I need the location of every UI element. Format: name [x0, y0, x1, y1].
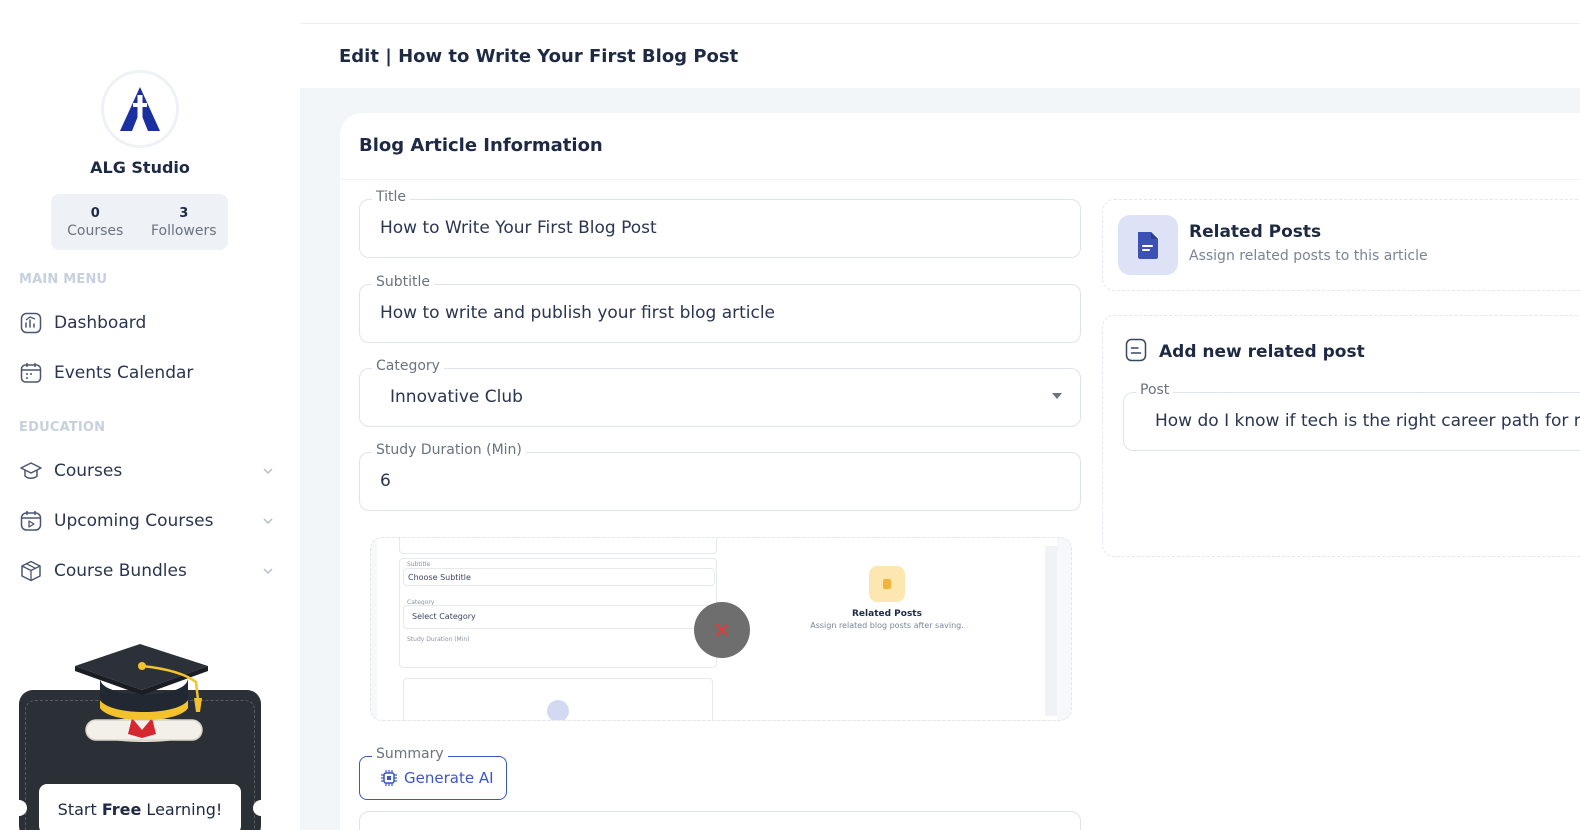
- study-duration-field[interactable]: Study Duration (Min) 6: [359, 442, 1081, 511]
- stat-label: Courses: [67, 222, 124, 239]
- field-label: Study Duration (Min): [372, 442, 526, 458]
- brand-logo-icon: [120, 87, 160, 131]
- sidebar-item-label: Dashboard: [54, 313, 147, 333]
- education-heading: EDUCATION: [19, 420, 106, 435]
- preview-document-icon: [869, 566, 905, 602]
- add-related-post-title: Add new related post: [1159, 342, 1365, 362]
- calendar-icon: [19, 361, 43, 385]
- graduation-cap-icon: [19, 459, 43, 483]
- preview-label: Subtitle: [407, 561, 431, 568]
- chevron-down-icon[interactable]: [261, 464, 275, 478]
- stat-courses: 0 Courses: [51, 194, 140, 250]
- main-menu-heading: MAIN MENU: [19, 272, 108, 287]
- chevron-down-icon[interactable]: [261, 564, 275, 578]
- category-select[interactable]: Category Innovative Club: [359, 358, 1081, 427]
- video-calendar-icon: [19, 509, 43, 533]
- ai-chip-icon: [381, 770, 397, 786]
- field-label: Post: [1136, 382, 1174, 398]
- field-label: Subtitle: [372, 274, 435, 290]
- document-icon: [1118, 215, 1178, 275]
- chevron-down-icon[interactable]: [261, 514, 275, 528]
- generate-ai-label: Generate AI: [404, 769, 494, 787]
- subtitle-input-value[interactable]: How to write and publish your first blog…: [380, 303, 775, 323]
- dropdown-caret-icon[interactable]: [1052, 393, 1062, 399]
- preview-upload-icon: [547, 700, 569, 720]
- preview-label: Study Duration (Min): [407, 636, 470, 643]
- preview-related-posts: Related Posts Assign related blog posts …: [757, 566, 1017, 630]
- dashboard-icon: [19, 311, 43, 335]
- box-icon: [19, 559, 43, 583]
- preview-value: Choose Subtitle: [408, 573, 471, 582]
- page-header: Edit | How to Write Your First Blog Post: [300, 24, 1580, 88]
- card-title: Blog Article Information: [359, 135, 603, 156]
- main-content: Edit | How to Write Your First Blog Post…: [300, 0, 1580, 830]
- related-posts-subtitle: Assign related posts to this article: [1189, 248, 1428, 264]
- preview-value: Select Category: [412, 612, 476, 621]
- close-icon: [716, 624, 728, 636]
- org-name: ALG Studio: [90, 158, 190, 177]
- field-label: Summary: [372, 746, 448, 762]
- sidebar-item-label: Course Bundles: [54, 561, 187, 581]
- preview-related-title: Related Posts: [852, 609, 922, 619]
- add-related-post-card: Add new related post Post How do I know …: [1102, 315, 1580, 557]
- stat-followers: 3 Followers: [140, 194, 229, 250]
- related-posts-title: Related Posts: [1189, 222, 1322, 242]
- generate-ai-button[interactable]: Generate AI: [380, 769, 494, 787]
- profile-stats: 0 Courses 3 Followers: [51, 194, 228, 250]
- stat-value: 0: [90, 205, 100, 221]
- sidebar-item-label: Upcoming Courses: [54, 511, 214, 531]
- sidebar-item-upcoming-courses[interactable]: Upcoming Courses: [19, 505, 279, 537]
- preview-box: [399, 538, 717, 554]
- note-icon: [1125, 338, 1147, 362]
- stat-label: Followers: [150, 222, 217, 239]
- top-bar: [300, 0, 1580, 24]
- category-selected-value[interactable]: Innovative Club: [390, 387, 523, 407]
- remove-image-button[interactable]: [694, 602, 750, 658]
- promo-bold: Free: [101, 799, 142, 819]
- title-input-value[interactable]: How to Write Your First Blog Post: [380, 218, 657, 238]
- sidebar-item-label: Courses: [54, 461, 123, 481]
- post-select[interactable]: Post How do I know if tech is the right …: [1123, 382, 1580, 451]
- divider: [340, 179, 1580, 180]
- preview-related-sub: Assign related blog posts after saving.: [810, 621, 964, 630]
- page-title: Edit | How to Write Your First Blog Post: [339, 46, 739, 67]
- duration-input-value[interactable]: 6: [380, 471, 391, 491]
- sidebar-item-events-calendar[interactable]: Events Calendar: [19, 357, 279, 389]
- summary-editor[interactable]: [359, 811, 1081, 830]
- sidebar-item-dashboard[interactable]: Dashboard: [19, 307, 279, 339]
- stat-value: 3: [179, 205, 189, 221]
- image-preview: Subtitle Choose Subtitle Category Select…: [370, 537, 1072, 721]
- preview-scrollbar: [1045, 546, 1057, 716]
- graduation-cap-illustration-icon: [75, 644, 208, 742]
- sidebar-item-course-bundles[interactable]: Course Bundles: [19, 555, 279, 587]
- related-posts-card: Related Posts Assign related posts to th…: [1102, 199, 1580, 291]
- title-field[interactable]: Title How to Write Your First Blog Post: [359, 189, 1081, 258]
- promo-suffix: Learning!: [141, 799, 223, 819]
- field-label: Category: [372, 358, 444, 374]
- promo-prefix: Start: [57, 799, 102, 819]
- summary-field: Summary Generate AI: [359, 746, 507, 800]
- subtitle-field[interactable]: Subtitle How to write and publish your f…: [359, 274, 1081, 343]
- sidebar-item-courses[interactable]: Courses: [19, 455, 279, 487]
- post-selected-value[interactable]: How do I know if tech is the right caree…: [1155, 411, 1580, 431]
- sidebar-item-label: Events Calendar: [54, 363, 194, 383]
- sidebar: ALG Studio 0 Courses 3 Followers MAIN ME…: [0, 0, 300, 830]
- org-logo[interactable]: [101, 70, 179, 148]
- field-label: Title: [372, 189, 411, 205]
- start-free-learning-button[interactable]: Start Free Learning!: [39, 784, 241, 830]
- blog-article-card: Blog Article Information Title How to Wr…: [340, 113, 1580, 830]
